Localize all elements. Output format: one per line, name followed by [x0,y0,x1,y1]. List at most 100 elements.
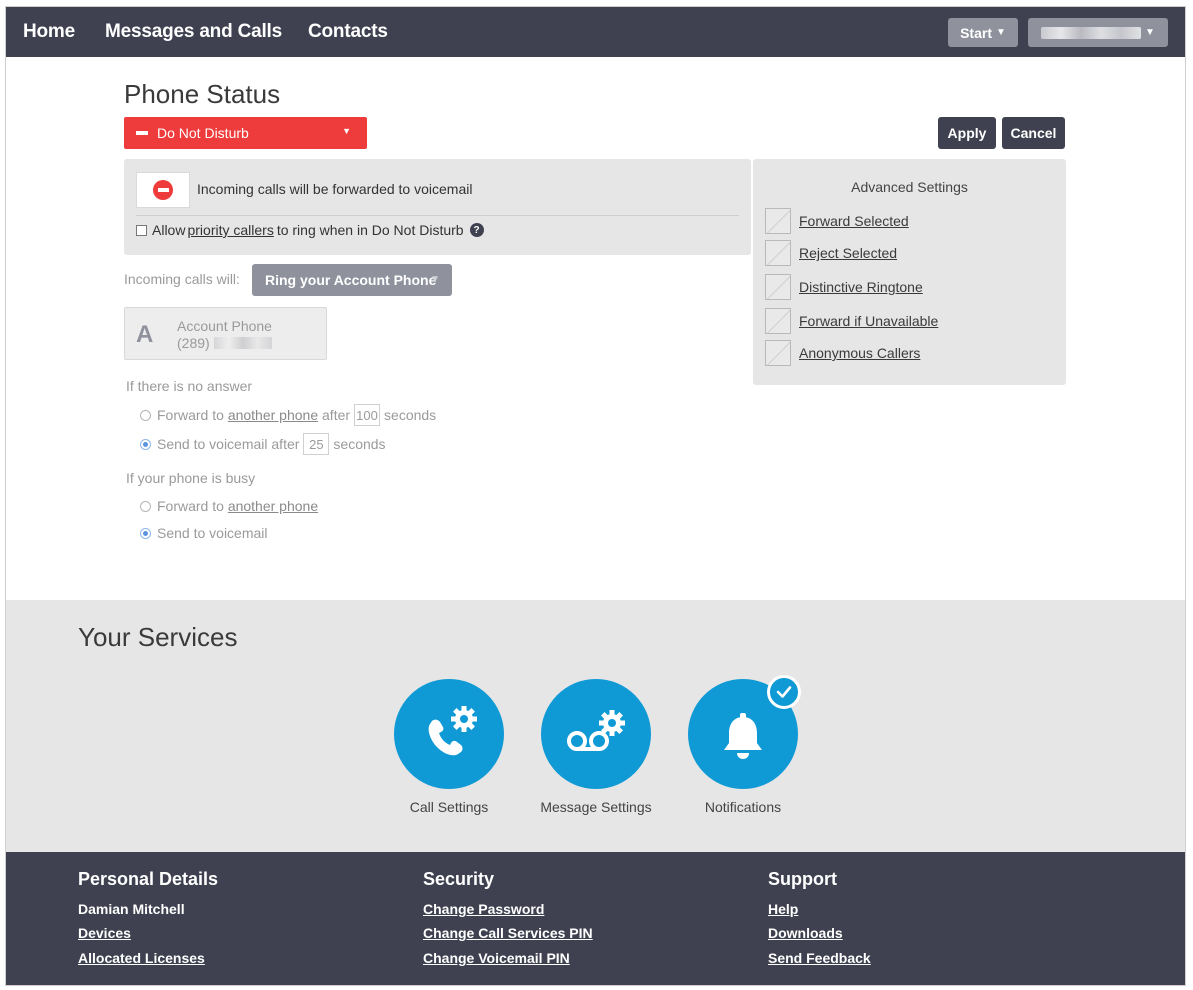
chevron-down-icon: ▼ [342,126,351,136]
advanced-settings-panel: Advanced Settings Forward Selected Rejec… [753,159,1066,385]
no-answer-voicemail-radio[interactable] [140,438,151,450]
reject-selected-checkbox[interactable] [765,240,791,266]
busy-voicemail-label: Send to voicemail [157,525,268,541]
footer-downloads-link[interactable]: Downloads [768,925,843,941]
forward-selected-checkbox[interactable] [765,208,791,234]
priority-callers-link[interactable]: priority callers [187,222,273,238]
apply-button[interactable]: Apply [938,117,996,149]
user-menu-dropdown[interactable]: ▼ [1028,18,1168,47]
distinctive-ringtone-link[interactable]: Distinctive Ringtone [799,279,923,295]
footer-licenses-link[interactable]: Allocated Licenses [78,950,205,966]
footer-personal-title: Personal Details [78,869,219,889]
footer: Personal Details Damian Mitchell Devices… [6,852,1185,985]
another-phone-link[interactable]: another phone [228,407,318,423]
footer-change-password-link[interactable]: Change Password [423,901,544,917]
seconds-label: seconds [384,407,437,423]
no-answer-forward-radio[interactable] [140,409,151,421]
busy-forward-prefix: Forward to [157,498,224,514]
advanced-settings-title: Advanced Settings [851,179,968,195]
voicemail-seconds-input[interactable]: 25 [303,433,330,455]
call-settings-label: Call Settings [409,799,489,815]
allow-priority-row: Allow priority callers to ring when in D… [136,222,484,238]
no-answer-label: If there is no answer [126,378,253,394]
footer-support-title: Support [768,869,837,889]
status-info-panel: Incoming calls will be forwarded to voic… [124,159,751,255]
nav-messages-and-calls[interactable]: Messages and Calls [105,21,282,43]
start-dropdown[interactable]: Start ▼ [948,18,1018,47]
services-title: Your Services [78,622,238,652]
no-answer-voicemail-option: Send to voicemail after 25 seconds [140,433,386,455]
help-icon[interactable]: ? [469,223,484,237]
forward-if-unavailable-link[interactable]: Forward if Unavailable [799,313,938,329]
adv-forward-if-unavailable: Forward if Unavailable [765,308,938,334]
divider [136,215,739,216]
services-section: Your Services Call Settings Message Sett… [6,600,1185,852]
allow-priority-checkbox[interactable] [136,224,147,236]
no-answer-forward-option: Forward to another phone after 100 secon… [140,404,436,426]
ring-option-dropdown[interactable]: Ring your Account Phone ▼ [252,264,452,296]
top-nav: Home Messages and Calls Contacts Start ▼ … [6,7,1185,57]
status-dropdown[interactable]: Do Not Disturb ▼ [124,117,367,149]
distinctive-ringtone-checkbox[interactable] [765,274,791,300]
busy-forward-radio[interactable] [140,500,151,512]
message-settings-label: Message Settings [540,799,652,815]
footer-change-pin-link[interactable]: Change Call Services PIN [423,925,593,941]
adv-distinctive-ringtone: Distinctive Ringtone [765,274,923,300]
chevron-down-icon: ▼ [1145,27,1155,38]
notifications-enabled-badge [767,675,801,709]
status-icon-box [136,172,190,208]
number-prefix: (289) [177,335,210,351]
minus-icon [136,131,148,135]
do-not-disturb-icon [153,180,173,200]
check-icon [776,686,792,698]
number-redacted [213,337,272,349]
message-settings-button[interactable] [541,679,651,789]
cancel-button[interactable]: Cancel [1002,117,1065,149]
voicemail-prefix: Send to voicemail after [157,436,300,452]
app-frame: Home Messages and Calls Contacts Start ▼ … [5,6,1186,986]
busy-voicemail-option: Send to voicemail [140,525,268,541]
footer-change-voicemail-pin-link[interactable]: Change Voicemail PIN [423,950,570,966]
footer-help-link[interactable]: Help [768,901,798,917]
status-label: Do Not Disturb [157,125,249,141]
footer-devices-link[interactable]: Devices [78,925,131,941]
page-title: Phone Status [124,79,281,109]
busy-voicemail-radio[interactable] [140,527,151,539]
user-name-redacted [1041,26,1142,39]
forward-seconds-input[interactable]: 100 [354,404,381,426]
phone-gear-icon [428,706,477,756]
forward-if-unavailable-checkbox[interactable] [765,308,791,334]
account-avatar-letter: A [136,321,154,348]
busy-another-phone-link[interactable]: another phone [228,498,318,514]
anonymous-callers-link[interactable]: Anonymous Callers [799,345,920,361]
footer-user-name: Damian Mitchell [78,901,185,917]
allow-prefix: Allow [152,222,186,238]
footer-security-title: Security [423,869,495,889]
busy-label: If your phone is busy [126,470,256,486]
adv-forward-selected: Forward Selected [765,208,909,234]
forward-selected-link[interactable]: Forward Selected [799,213,909,229]
notifications-label: Notifications [704,799,782,815]
allow-suffix: to ring when in Do Not Disturb [276,222,464,238]
forward-prefix: Forward to [157,407,224,423]
adv-anonymous-callers: Anonymous Callers [765,340,920,366]
forward-message: Incoming calls will be forwarded to voic… [197,181,473,197]
chevron-down-icon: ▼ [430,274,440,285]
busy-forward-option: Forward to another phone [140,498,318,514]
ring-option-label: Ring your Account Phone [265,272,437,288]
nav-home[interactable]: Home [23,21,75,43]
footer-feedback-link[interactable]: Send Feedback [768,950,871,966]
forward-after: after [322,407,351,423]
adv-reject-selected: Reject Selected [765,240,897,266]
chevron-down-icon: ▼ [996,27,1006,38]
nav-contacts[interactable]: Contacts [308,21,388,43]
account-phone-name: Account Phone [177,318,272,334]
anonymous-callers-checkbox[interactable] [765,340,791,366]
incoming-calls-label: Incoming calls will: [124,271,240,287]
account-phone-card[interactable]: A Account Phone (289) [124,307,327,360]
call-settings-button[interactable] [394,679,504,789]
start-label: Start [960,24,992,41]
seconds-label: seconds [333,436,386,452]
voicemail-gear-icon [567,710,625,751]
reject-selected-link[interactable]: Reject Selected [799,245,897,261]
